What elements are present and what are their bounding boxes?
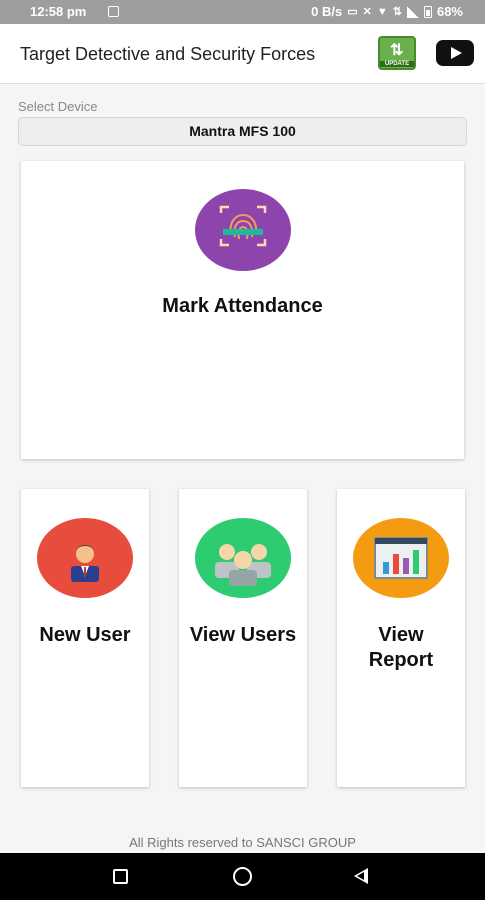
fingerprint-icon xyxy=(195,189,291,271)
status-icons: 0 B/s ▭ ✕ ▼ ⇅ 68% xyxy=(311,4,463,19)
users-group-icon xyxy=(195,518,291,598)
mark-attendance-card[interactable]: Mark Attendance xyxy=(21,161,464,459)
view-report-label: View Report xyxy=(337,623,465,673)
youtube-icon[interactable] xyxy=(436,40,474,66)
vibrate-icon: ▭ xyxy=(347,6,358,18)
signal-icon xyxy=(406,5,419,18)
view-report-line1: View xyxy=(378,624,424,646)
update-icon[interactable]: ⇅ UPDATE xyxy=(378,36,416,70)
view-users-card[interactable]: View Users xyxy=(179,489,307,787)
network-speed: 0 B/s xyxy=(311,4,343,19)
new-user-card[interactable]: New User xyxy=(21,489,149,787)
system-nav-bar xyxy=(0,853,485,900)
gallery-notification-icon xyxy=(108,6,119,17)
select-device-label: Select Device xyxy=(18,99,98,114)
device-dropdown[interactable]: Mantra MFS 100 xyxy=(18,117,467,146)
new-user-label: New User xyxy=(39,624,131,646)
view-report-card[interactable]: View Report xyxy=(337,489,465,787)
update-arrows-icon: ⇅ xyxy=(390,42,404,59)
app-title: Target Detective and Security Forces xyxy=(20,44,316,64)
data-icon: ⇅ xyxy=(392,6,402,18)
battery-percent: 68% xyxy=(436,4,463,19)
footer-copyright: All Rights reserved to SANSCI GROUP xyxy=(129,835,356,850)
update-label: UPDATE xyxy=(380,61,414,67)
back-button-icon[interactable] xyxy=(354,868,368,884)
home-button-icon[interactable] xyxy=(233,867,252,886)
status-time: 12:58 pm xyxy=(30,4,87,19)
mute-icon: ✕ xyxy=(362,6,372,18)
status-bar: 12:58 pm 0 B/s ▭ ✕ ▼ ⇅ 68% xyxy=(0,0,485,24)
mark-attendance-label: Mark Attendance xyxy=(162,295,323,317)
view-report-line2: Report xyxy=(368,649,434,671)
wifi-icon: ▼ xyxy=(376,5,388,18)
user-icon xyxy=(37,518,133,598)
recents-button-icon[interactable] xyxy=(113,869,128,884)
battery-icon xyxy=(423,5,432,18)
report-chart-icon xyxy=(353,518,449,598)
view-users-label: View Users xyxy=(189,624,297,646)
app-bar: Target Detective and Security Forces ⇅ U… xyxy=(0,24,485,84)
